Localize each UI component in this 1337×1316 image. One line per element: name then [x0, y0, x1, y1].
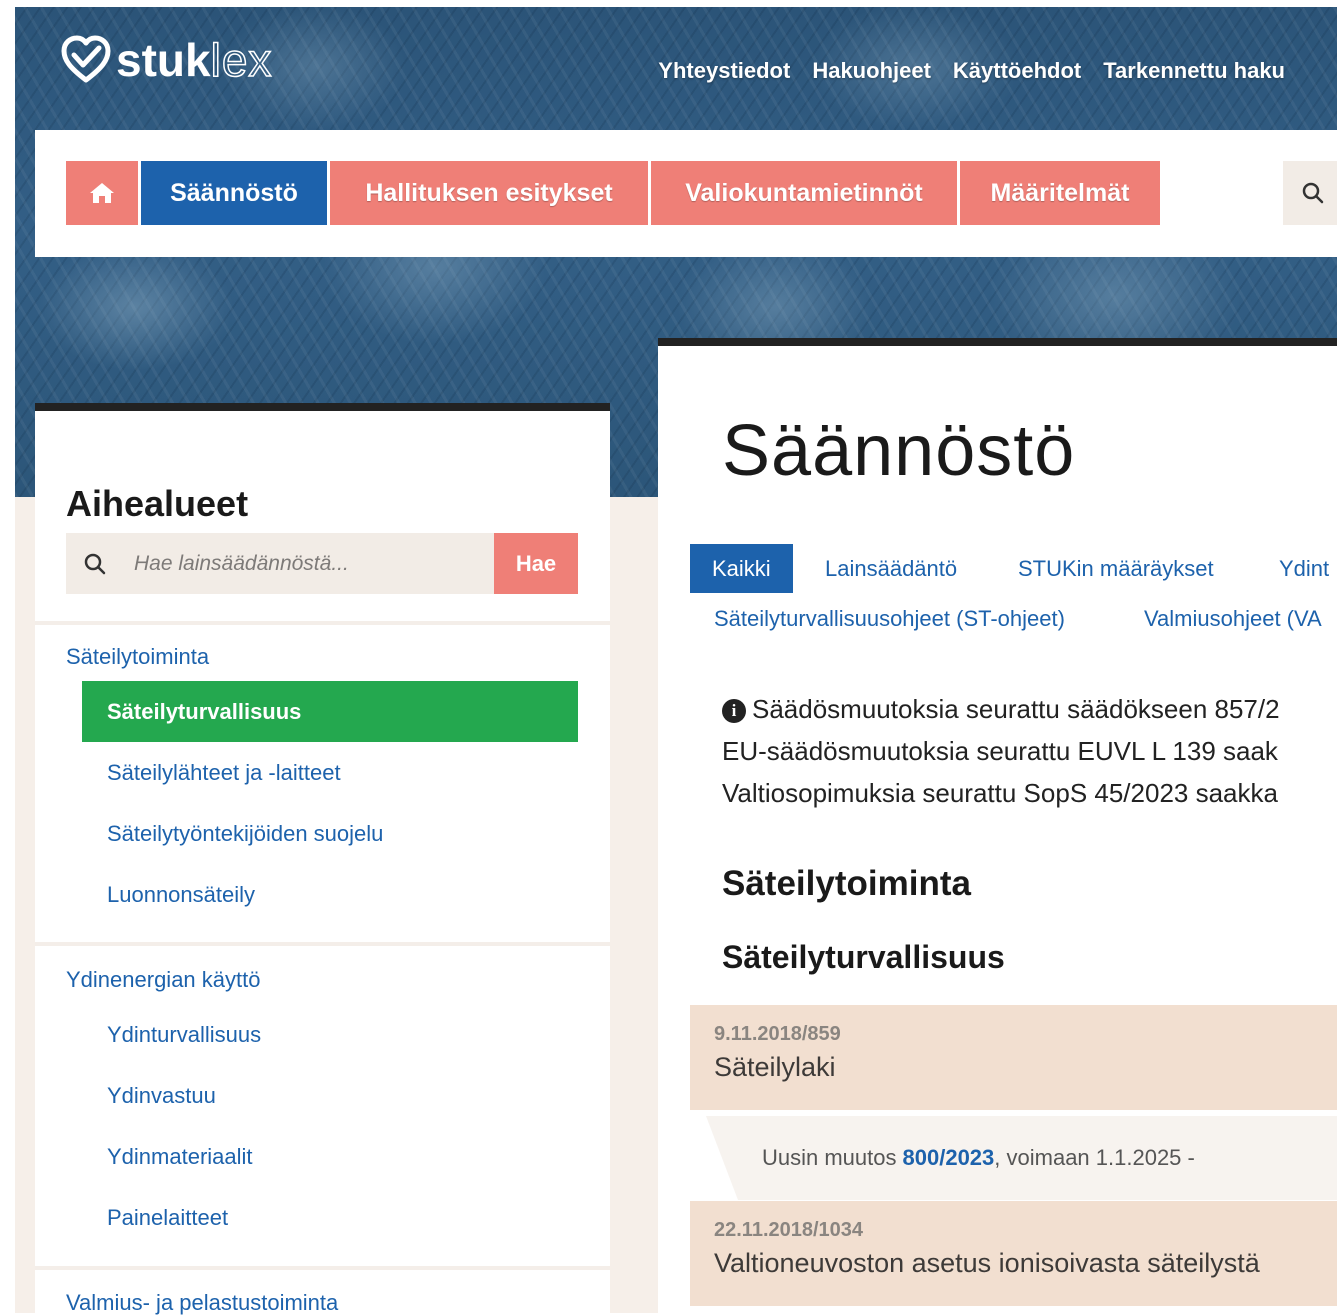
sidebar-item-painelaitteet[interactable]: Painelaitteet: [82, 1187, 578, 1248]
sidebar-item-luonnonsateily[interactable]: Luonnonsäteily: [82, 864, 578, 925]
sidebar-search: Hae: [66, 533, 578, 594]
tab-stukin-maaraykset[interactable]: STUKin määräykset: [1018, 556, 1214, 582]
search-field-wrap: [66, 533, 494, 594]
search-submit-button[interactable]: Hae: [494, 533, 578, 594]
change-link[interactable]: 800/2023: [903, 1145, 995, 1171]
top-link-advanced-search[interactable]: Tarkennettu haku: [1103, 58, 1285, 84]
search-icon: [84, 553, 106, 574]
document-card[interactable]: 9.11.2018/859 Säteilylaki: [690, 1005, 1337, 1110]
main-nav: Säännöstö Hallituksen esitykset Valiokun…: [35, 130, 1337, 257]
sidebar-item-ydinvastuu[interactable]: Ydinvastuu: [82, 1065, 578, 1126]
logo-text-strong: stuk: [116, 34, 211, 86]
change-suffix: , voimaan 1.1.2025 -: [994, 1145, 1195, 1170]
home-icon: [90, 183, 114, 203]
sidebar-item-ydinturvallisuus[interactable]: Ydinturvallisuus: [82, 1004, 578, 1065]
stuklex-logo[interactable]: stuklex: [60, 30, 272, 90]
page-title: Säännöstö: [722, 411, 1076, 491]
top-links: Yhteystiedot Hakuohjeet Käyttöehdot Tark…: [658, 58, 1285, 84]
tab-kaikki[interactable]: Kaikki: [690, 544, 793, 593]
group-valmius-pelastustoiminta[interactable]: Valmius- ja pelastustoiminta: [66, 1290, 338, 1316]
tab-valmiusohjeet[interactable]: Valmiusohjeet (VA: [1144, 606, 1322, 632]
tab-st-ohjeet[interactable]: Säteilyturvallisuusohjeet (ST-ohjeet): [714, 606, 1065, 632]
nav-home[interactable]: [66, 161, 138, 225]
divider: [35, 621, 610, 625]
top-link-terms[interactable]: Käyttöehdot: [953, 58, 1081, 84]
logo-text-light: lex: [210, 34, 273, 86]
document-id: 22.11.2018/1034: [714, 1219, 864, 1241]
document-name: Valtioneuvoston asetus ionisoivasta säte…: [714, 1248, 1260, 1278]
divider: [35, 1266, 610, 1270]
tab-lainsaadanto[interactable]: Lainsäädäntö: [825, 556, 957, 582]
sidebar: Aihealueet Hae Säteilytoiminta Säteilytu…: [35, 403, 610, 1316]
latest-change-row: Uusin muutos 800/2023, voimaan 1.1.2025 -: [706, 1116, 1337, 1200]
search-icon: [1302, 182, 1324, 204]
main-content: Säännöstö Kaikki Lainsäädäntö STUKin mää…: [658, 338, 1337, 1313]
sidebar-item-ydinmateriaalit[interactable]: Ydinmateriaalit: [82, 1126, 578, 1187]
divider: [35, 942, 610, 946]
sidebar-item-sateilylahteet[interactable]: Säteilylähteet ja -laitteet: [82, 742, 578, 803]
group-sateilytoiminta[interactable]: Säteilytoiminta: [66, 644, 209, 670]
info-text: Säädösmuutoksia seurattu säädökseen 857/…: [752, 694, 1280, 724]
change-prefix: Uusin muutos: [762, 1145, 897, 1170]
nav-valiokuntamietinnot[interactable]: Valiokuntamietinnöt: [651, 161, 957, 225]
nav-search-button[interactable]: [1283, 161, 1337, 225]
search-input[interactable]: [132, 550, 466, 577]
document-id: 9.11.2018/859: [714, 1023, 841, 1045]
document-card[interactable]: 22.11.2018/1034 Valtioneuvoston asetus i…: [690, 1201, 1337, 1306]
sidebar-item-sateilyturvallisuus[interactable]: Säteilyturvallisuus: [82, 681, 578, 742]
tab-ydint[interactable]: Ydint: [1279, 556, 1329, 582]
info-line: i Säädösmuutoksia seurattu säädökseen 857…: [722, 694, 1280, 725]
info-icon: i: [722, 699, 746, 723]
nav-saannosto[interactable]: Säännöstö: [141, 161, 327, 225]
top-link-search-help[interactable]: Hakuohjeet: [812, 58, 931, 84]
nav-maaritelmat[interactable]: Määritelmät: [960, 161, 1160, 225]
document-name: Säteilylaki: [714, 1052, 836, 1082]
info-line: Valtiosopimuksia seurattu SopS 45/2023 s…: [722, 778, 1278, 808]
sidebar-title: Aihealueet: [66, 483, 249, 524]
nav-hallituksen-esitykset[interactable]: Hallituksen esitykset: [330, 161, 648, 225]
group-ydinenergian-kaytto[interactable]: Ydinenergian käyttö: [66, 967, 260, 993]
info-line: EU-säädösmuutoksia seurattu EUVL L 139 s…: [722, 736, 1278, 766]
section-heading: Säteilytoiminta: [722, 864, 971, 903]
heart-check-icon: [61, 35, 111, 83]
sidebar-item-sateilytyontekijat[interactable]: Säteilytyöntekijöiden suojelu: [82, 803, 578, 864]
subsection-heading: Säteilyturvallisuus: [722, 939, 1005, 975]
top-link-contact[interactable]: Yhteystiedot: [658, 58, 790, 84]
